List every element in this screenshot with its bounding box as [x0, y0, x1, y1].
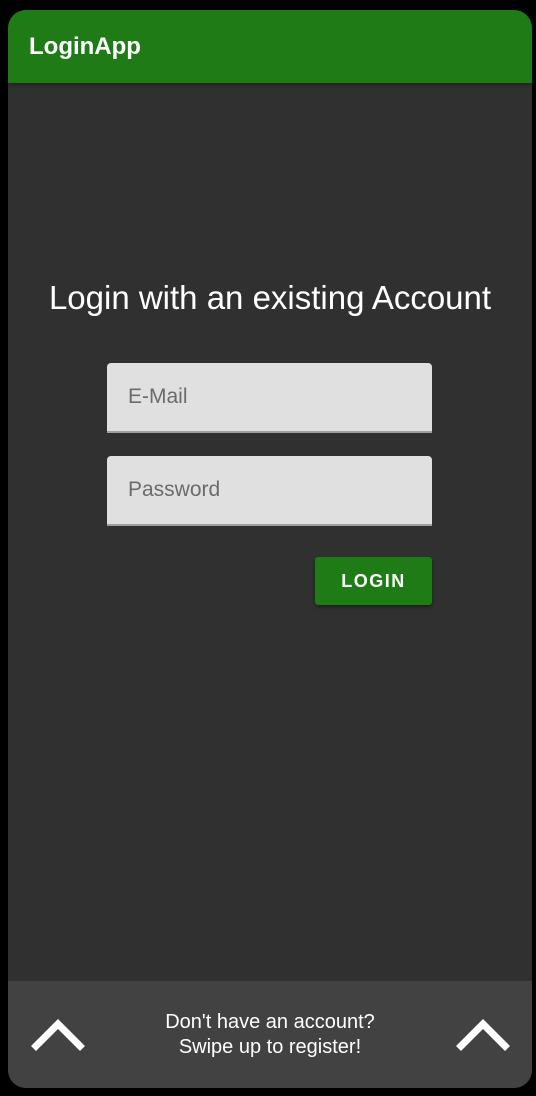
login-button[interactable]: LOGIN — [315, 557, 432, 605]
register-prompt: Don't have an account? Swipe up to regis… — [98, 1010, 442, 1060]
password-field-container[interactable] — [107, 456, 432, 526]
app-screen: LoginApp Login with an existing Account … — [8, 10, 532, 1088]
app-title: LoginApp — [29, 33, 141, 60]
email-field-container[interactable] — [107, 363, 432, 433]
register-prompt-question: Don't have an account? — [165, 1011, 375, 1033]
chevron-up-icon — [31, 1019, 85, 1051]
app-bar: LoginApp — [8, 10, 532, 83]
email-field[interactable] — [107, 363, 432, 431]
chevron-up-icon — [456, 1019, 510, 1051]
login-form: Login with an existing Account LOGIN — [8, 83, 532, 981]
register-swipe-bar[interactable]: Don't have an account? Swipe up to regis… — [8, 981, 532, 1088]
password-field[interactable] — [107, 456, 432, 524]
login-heading: Login with an existing Account — [48, 279, 492, 316]
register-prompt-instruction: Swipe up to register! — [178, 1036, 362, 1058]
